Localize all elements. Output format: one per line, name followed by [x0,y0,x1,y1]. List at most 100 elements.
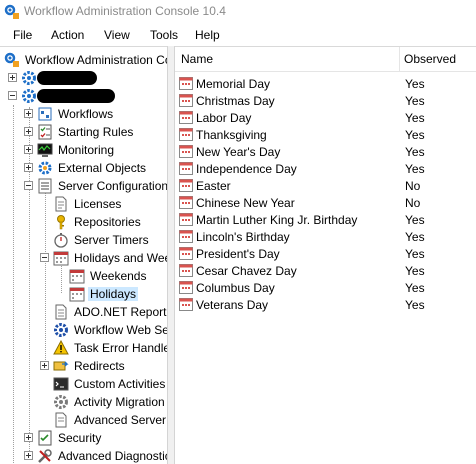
tree-label: External Objects [58,161,147,175]
list-item[interactable]: Independence Day Yes [175,160,476,177]
tree-label: Workflow Web Serv [74,323,167,337]
column-header-name[interactable]: Name [181,52,213,68]
tree-line [29,107,30,457]
holiday-name: Christmas Day [196,94,275,108]
column-header-observed[interactable]: Observed [404,52,456,68]
workflows-icon [38,107,52,121]
list-item[interactable]: President's Day Yes [175,245,476,262]
redirect-icon [53,361,69,371]
holiday-name: Independence Day [196,162,297,176]
redacted-server-name [37,71,97,85]
list-item[interactable]: Memorial Day Yes [175,75,476,92]
holiday-calendar-icon [179,77,193,90]
tree-label: Custom Activities [74,377,166,391]
holiday-name: Lincoln's Birthday [196,230,290,244]
list-item[interactable]: New Year's Day Yes [175,143,476,160]
settings-list-icon [38,178,52,194]
list-item[interactable]: Lincoln's Birthday Yes [175,228,476,245]
list-item[interactable]: Columbus Day Yes [175,279,476,296]
server-gear-icon [22,89,36,103]
list-item[interactable]: Chinese New Year No [175,194,476,211]
tree-label: Activity Migration M [74,395,167,409]
holiday-calendar-icon [179,230,193,243]
observed-value: No [405,196,421,210]
expand-toggle[interactable] [24,451,33,460]
tree-label: Server Configuration [58,179,167,193]
tree-line [45,192,46,362]
list-item[interactable]: Veterans Day Yes [175,296,476,313]
menu-view[interactable]: View [104,26,130,44]
tree-label: ADO.NET Reporting [74,305,167,319]
checklist-icon [38,124,52,140]
menu-action[interactable]: Action [51,26,84,44]
tree-label: Weekends [90,269,147,283]
pane-splitter[interactable] [167,46,175,464]
observed-value: Yes [405,145,425,159]
server-gear-icon [22,71,36,85]
holiday-name: New Year's Day [196,145,281,159]
list-item[interactable]: Labor Day Yes [175,109,476,126]
observed-value: Yes [405,213,425,227]
expand-toggle[interactable] [8,73,17,82]
tree-label: Monitoring [58,143,115,157]
terminal-icon [53,377,69,391]
workflow-console-icon [4,52,19,67]
list-item[interactable]: Christmas Day Yes [175,92,476,109]
menu-bar: File Action View Tools Help [0,24,476,44]
list-item[interactable]: Thanksgiving Yes [175,126,476,143]
navigation-tree[interactable]: Workflow Administration Cons Workflows [0,46,167,464]
observed-value: Yes [405,230,425,244]
tree-label: Advanced Server C [74,413,167,427]
expand-toggle[interactable] [40,361,49,370]
external-objects-icon [38,161,52,175]
holiday-calendar-icon [179,128,193,141]
expand-toggle[interactable] [24,127,33,136]
collapse-toggle[interactable] [40,253,49,262]
tree-label: Holidays and Week [74,251,167,265]
collapse-toggle[interactable] [8,91,17,100]
holiday-calendar-icon [179,247,193,260]
expand-toggle[interactable] [24,163,33,172]
holiday-name: Columbus Day [196,281,275,295]
menu-help[interactable]: Help [195,26,220,44]
expand-toggle[interactable] [24,433,33,442]
tree-label: Licenses [74,197,122,211]
observed-value: No [405,179,421,193]
expand-toggle[interactable] [24,109,33,118]
calendar-icon [69,269,85,284]
tree-line [13,105,14,464]
holiday-calendar-icon [179,145,193,158]
observed-value: Yes [405,162,425,176]
tree-label: Task Error Handlers [74,341,167,355]
column-divider[interactable] [399,47,400,71]
collapse-toggle[interactable] [24,181,33,190]
expand-toggle[interactable] [24,145,33,154]
observed-value: Yes [405,281,425,295]
holiday-calendar-icon [179,213,193,226]
list-item[interactable]: Cesar Chavez Day Yes [175,262,476,279]
observed-value: Yes [405,264,425,278]
security-checklist-icon [38,430,52,446]
observed-value: Yes [405,77,425,91]
report-document-icon [55,304,67,320]
window-title: Workflow Administration Console 10.4 [24,4,226,18]
observed-value: Yes [405,298,425,312]
menu-tools[interactable]: Tools [150,26,178,44]
holiday-calendar-icon [179,264,193,277]
tree-label: Server Timers [74,233,149,247]
holiday-name: Memorial Day [196,77,271,91]
warning-icon [53,340,69,355]
holidays-list[interactable]: Name Observed Memorial Day Yes Christmas D… [175,46,476,464]
tools-icon [38,449,52,463]
observed-value: Yes [405,111,425,125]
observed-value: Yes [405,247,425,261]
holiday-name: Cesar Chavez Day [196,264,297,278]
list-item[interactable]: Easter No [175,177,476,194]
migration-gear-icon [54,395,68,409]
menu-file[interactable]: File [13,26,32,44]
list-item[interactable]: Martin Luther King Jr. Birthday Yes [175,211,476,228]
tree-label: Advanced Diagnostics [58,449,167,463]
tree-label: Repositories [74,215,141,229]
observed-value: Yes [405,94,425,108]
holiday-calendar-icon [179,281,193,294]
